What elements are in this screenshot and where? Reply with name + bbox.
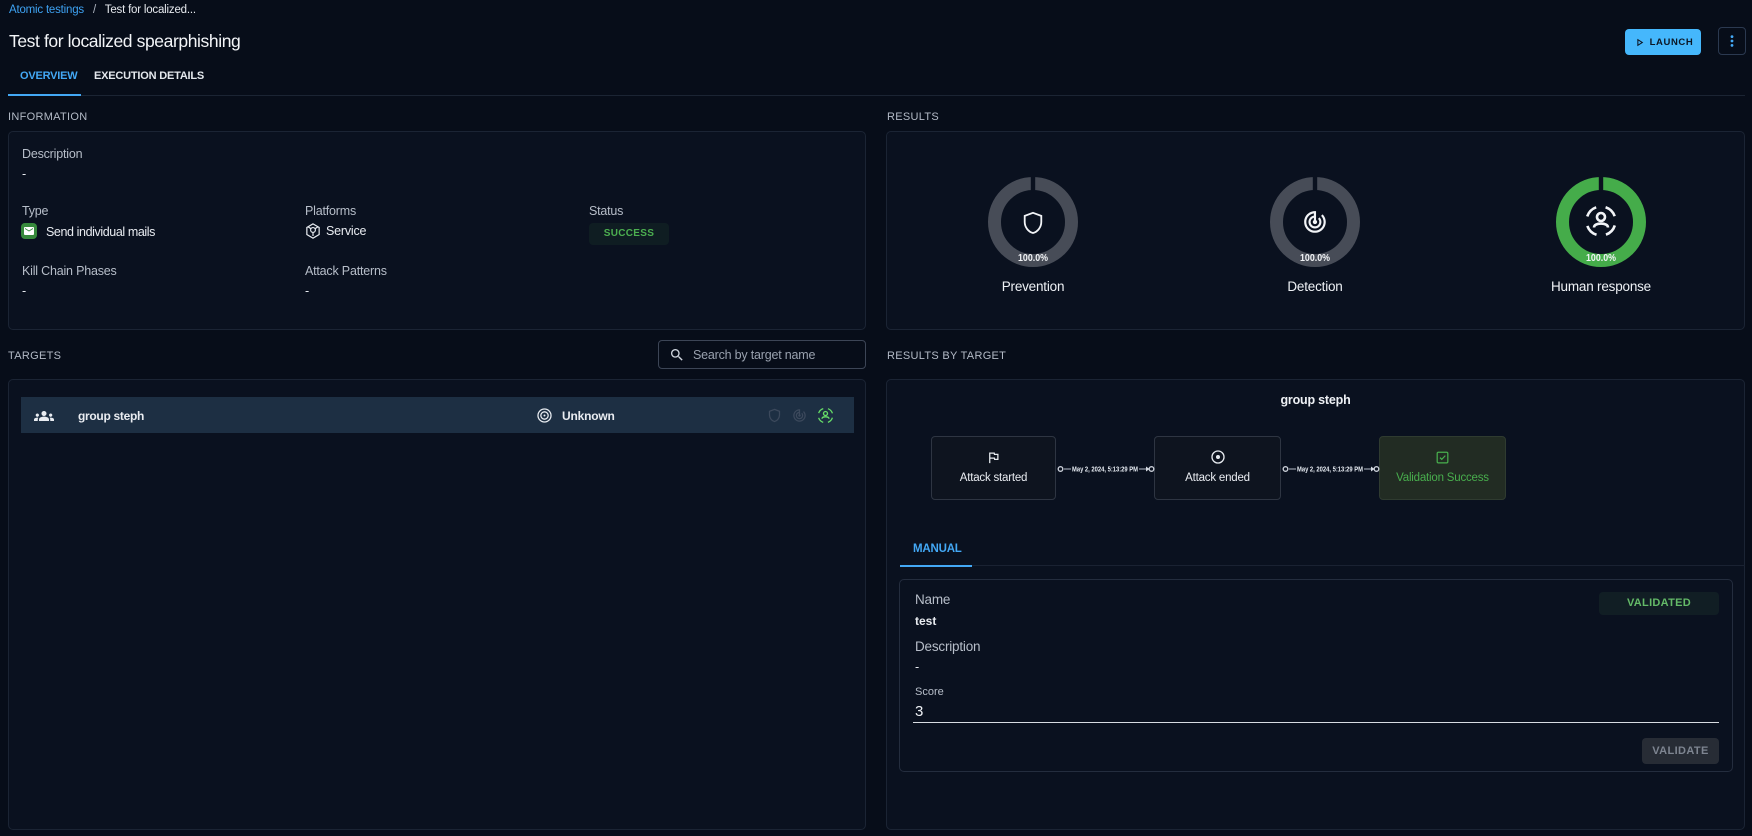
svg-text:100.0%: 100.0% [1586, 252, 1617, 264]
svg-text:May 2, 2024, 5:13:29 PM: May 2, 2024, 5:13:29 PM [1297, 465, 1363, 474]
svg-text:100.0%: 100.0% [1300, 252, 1331, 264]
svg-text:100.0%: 100.0% [1018, 252, 1049, 264]
svg-text:May 2, 2024, 5:13:29 PM: May 2, 2024, 5:13:29 PM [1072, 465, 1138, 474]
